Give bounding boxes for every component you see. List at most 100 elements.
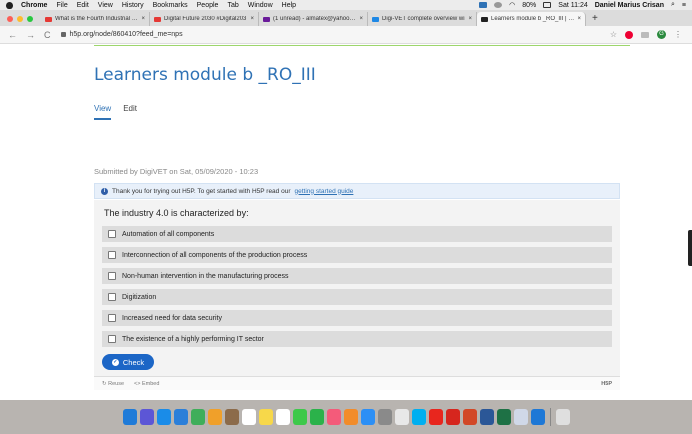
apple-icon[interactable] <box>6 1 13 9</box>
screen-sharing-app-icon[interactable] <box>530 409 545 425</box>
checkbox[interactable] <box>108 230 116 238</box>
close-window-icon[interactable] <box>7 16 13 22</box>
opera-extension-icon[interactable] <box>625 30 633 39</box>
new-tab-button[interactable]: + <box>586 13 604 26</box>
close-tab-icon[interactable]: × <box>141 16 145 22</box>
excel-app-icon[interactable] <box>496 409 511 425</box>
menu-history[interactable]: History <box>122 2 144 9</box>
menubar-user[interactable]: Daniel Marius Crisan <box>595 2 664 9</box>
embed-button[interactable]: <> Embed <box>134 381 159 387</box>
menu-people[interactable]: People <box>197 2 219 9</box>
menu-view[interactable]: View <box>98 2 113 9</box>
profile-avatar[interactable]: G <box>657 30 666 39</box>
close-tab-icon[interactable]: × <box>250 16 254 22</box>
notes-app-icon[interactable] <box>258 409 273 425</box>
reload-icon[interactable]: C <box>44 30 51 40</box>
address-bar[interactable]: h5p.org/node/860410?feed_me=nps <box>60 31 610 38</box>
menu-help[interactable]: Help <box>282 2 296 9</box>
h5p-footer: ↻ Reuse <> Embed H5P <box>94 376 620 390</box>
word-app-icon[interactable] <box>479 409 494 425</box>
answer-option[interactable]: The existence of a highly performing IT … <box>102 331 612 347</box>
reuse-button[interactable]: ↻ Reuse <box>102 381 124 387</box>
checkbox[interactable] <box>108 251 116 259</box>
embed-label: Embed <box>142 380 160 387</box>
menu-chrome[interactable]: Chrome <box>21 2 47 9</box>
lock-icon[interactable] <box>60 32 66 37</box>
menu-tab[interactable]: Tab <box>227 2 238 9</box>
cloud-icon[interactable] <box>494 2 503 8</box>
checkbox[interactable] <box>108 293 116 301</box>
books-app-icon[interactable] <box>343 409 358 425</box>
close-tab-icon[interactable]: × <box>468 16 472 22</box>
photos-app-icon[interactable] <box>207 409 222 425</box>
menu-bookmarks[interactable]: Bookmarks <box>153 2 188 9</box>
answer-option[interactable]: Digitization <box>102 289 612 305</box>
minimize-window-icon[interactable] <box>17 16 23 22</box>
reminders-app-icon[interactable] <box>275 409 290 425</box>
screen-share-icon[interactable] <box>479 2 488 8</box>
facetime-app-icon[interactable] <box>309 409 324 425</box>
h5p-logo[interactable]: H5P <box>601 381 612 387</box>
browser-tab[interactable]: Digi-VET complete overview wi × <box>368 12 477 26</box>
battery-icon[interactable] <box>543 2 552 8</box>
side-panel-handle[interactable] <box>688 230 692 266</box>
powerpoint-app-icon[interactable] <box>462 409 477 425</box>
node-tabs: View Edit <box>94 104 137 120</box>
tab-view[interactable]: View <box>94 104 112 120</box>
menubar-clock[interactable]: Sat 11:24 <box>558 2 587 9</box>
forward-icon[interactable]: → <box>26 30 35 40</box>
messages-app-icon[interactable] <box>292 409 307 425</box>
bookmark-star-icon[interactable]: ☆ <box>610 30 617 39</box>
wifi-icon[interactable]: ◠ <box>509 1 515 9</box>
close-tab-icon[interactable]: × <box>577 16 581 22</box>
option-label: Automation of all components <box>122 230 215 238</box>
contacts-app-icon[interactable] <box>224 409 239 425</box>
music-app-icon[interactable] <box>326 409 341 425</box>
siri-app-icon[interactable] <box>139 409 154 425</box>
answer-option[interactable]: Automation of all components <box>102 226 612 242</box>
youtube-favicon-icon <box>45 16 52 22</box>
chrome-app-icon[interactable] <box>394 409 409 425</box>
extension-icon[interactable] <box>641 31 649 38</box>
question-text: The industry 4.0 is characterized by: <box>104 208 249 218</box>
finder-app-icon[interactable] <box>122 409 137 425</box>
skype-app-icon[interactable] <box>411 409 426 425</box>
answer-option[interactable]: Non-human intervention in the manufactur… <box>102 268 612 284</box>
maps-app-icon[interactable] <box>190 409 205 425</box>
mail-app-icon[interactable] <box>173 409 188 425</box>
preview-app-icon[interactable] <box>513 409 528 425</box>
tab-label: Learners module b _RO_III | H5 <box>491 16 575 22</box>
browser-menu-icon[interactable]: ⋮ <box>674 30 682 39</box>
browser-tab[interactable]: What is the Fourth Industrial Re × <box>41 12 150 26</box>
browser-tab-active[interactable]: Learners module b _RO_III | H5 × <box>477 12 586 26</box>
control-menu-icon[interactable]: ≡ <box>682 2 686 9</box>
calendar-app-icon[interactable] <box>241 409 256 425</box>
safari-app-icon[interactable] <box>156 409 171 425</box>
trash-icon[interactable] <box>555 409 570 425</box>
tab-edit[interactable]: Edit <box>123 104 137 120</box>
checkbox[interactable] <box>108 272 116 280</box>
answer-option[interactable]: Interconnection of all components of the… <box>102 247 612 263</box>
opera-app-icon[interactable] <box>428 409 443 425</box>
url-text[interactable]: h5p.org/node/860410?feed_me=nps <box>70 31 183 38</box>
system-preferences-icon[interactable] <box>377 409 392 425</box>
zoom-window-icon[interactable] <box>27 16 33 22</box>
spotlight-icon[interactable]: ⌕ <box>671 1 675 9</box>
menu-file[interactable]: File <box>56 2 67 9</box>
acrobat-app-icon[interactable] <box>445 409 460 425</box>
checkbox[interactable] <box>108 335 116 343</box>
h5p-favicon-icon <box>481 16 488 22</box>
check-button[interactable]: ✓ Check <box>102 354 154 370</box>
app-store-icon[interactable] <box>360 409 375 425</box>
answer-option[interactable]: Increased need for data security <box>102 310 612 326</box>
menu-edit[interactable]: Edit <box>77 2 89 9</box>
window-controls <box>0 16 41 26</box>
mac-menubar: Chrome File Edit View History Bookmarks … <box>0 0 692 10</box>
checkbox[interactable] <box>108 314 116 322</box>
back-icon[interactable]: ← <box>8 30 17 40</box>
menu-window[interactable]: Window <box>248 2 273 9</box>
getting-started-link[interactable]: getting started guide <box>295 188 354 195</box>
browser-tab[interactable]: (1 unread) - almatex@yahoo.co × <box>259 12 368 26</box>
close-tab-icon[interactable]: × <box>359 16 363 22</box>
browser-tab[interactable]: Digital Future 2030 #Digital203 × <box>150 12 259 26</box>
